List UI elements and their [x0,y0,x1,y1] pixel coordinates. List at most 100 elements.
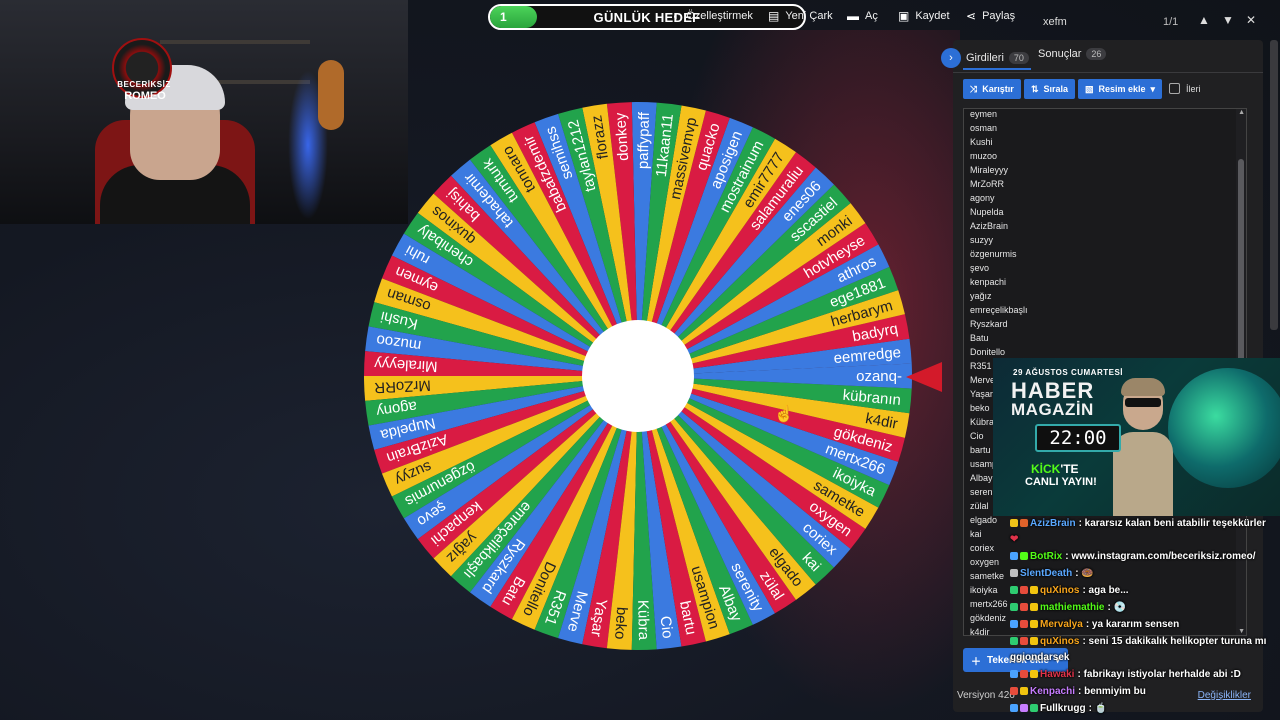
find-bar: xefm 1/1 ▲ ▼ ✕ [1030,8,1270,34]
chat-username[interactable]: mathiemathie [1040,602,1104,613]
page-scrollbar[interactable] [1270,40,1278,330]
chat-badge-icon [1020,637,1028,645]
entry-item: emreçelikbaşlı [970,305,1028,315]
share-icon: ⋖ [966,9,977,23]
spin-wheel[interactable]: eemredge badyrq herbarym ege1881 athros hotvh… [360,98,916,654]
customize-button[interactable]: ◐ Özelleştirmek [673,9,753,23]
globe-graphic [1168,368,1280,488]
tab-results-label: Sonuçlar [1038,48,1082,60]
chat-message: mathiemathie: 💿 [1010,602,1126,613]
entry-item: kenpachi [970,277,1007,287]
entry-item: özgenurmis [970,249,1017,259]
entry-item: muzoo [970,151,998,161]
chat-message: AzizBrain: kararsız kalan beni atabilir … [1010,518,1266,529]
add-image-button[interactable]: ▧ Resim ekle ▾ [1078,79,1163,99]
chat-text: : 🍵 [1088,703,1108,714]
tab-entries-label: Girdileri [966,52,1004,64]
chat-message: quXinos: aga be... [1010,585,1129,596]
chat-username[interactable]: quXinos [1040,636,1079,647]
chat-username[interactable]: Fullkrugg [1040,703,1086,714]
save-icon: ▣ [898,9,910,23]
webcam-overlay: BECERİKSİZ ROMEO [0,0,408,224]
chat-badge-icon [1010,687,1018,695]
save-button[interactable]: ▣ Kaydet [898,9,950,23]
share-button[interactable]: ⋖ Paylaş [966,9,1015,23]
chat-username[interactable]: Mervalya [1040,619,1083,630]
chat-overlay: AzizBrain: kararsız kalan beni atabilir … [1010,518,1280,720]
wheel-pointer-icon [906,362,942,392]
chat-badge-icon [1030,704,1038,712]
folder-icon: ▬ [847,9,859,23]
sunglasses-icon [1125,398,1161,407]
sort-icon: ⇅ [1031,83,1039,94]
customize-label: Özelleştirmek [686,10,753,22]
scroll-up-icon[interactable]: ▲ [1238,109,1245,116]
chat-badge-icon [1010,519,1018,527]
ad-time: 22:00 [1035,424,1121,452]
entry-item: Ryszkard [970,319,1008,329]
tab-entries[interactable]: › Girdileri 70 [941,48,1029,68]
advanced-checkbox[interactable]: İleri [1169,83,1201,94]
chat-badge-icon [1030,670,1038,678]
new-wheel-label: Yeni Çark [785,10,833,22]
checkbox-box[interactable] [1169,83,1180,94]
channel-logo-text: ROMEO [124,90,166,102]
open-button[interactable]: ▬ Aç [847,9,878,23]
chat-message: BotRix: www.instagram.com/beceriksiz.rom… [1010,551,1255,562]
chat-text: : www.instagram.com/beceriksiz.romeo/ [1065,551,1256,562]
chat-text: : fabrikayı istiyolar herhalde abi :D [1077,669,1241,680]
find-next-button[interactable]: ▼ [1222,13,1234,27]
chat-badge-icon [1030,586,1038,594]
tab-entries-count: 70 [1008,52,1029,64]
presenter-hair [1121,378,1165,396]
chat-text: : 💿 [1107,602,1127,613]
tab-results[interactable]: Sonuçlar 26 [1038,48,1107,60]
kick-suffix: 'TE [1060,462,1079,476]
find-input[interactable]: xefm [1043,16,1067,28]
sort-label: Sırala [1043,84,1069,94]
chat-username[interactable]: quXinos [1040,585,1079,596]
chat-badge-icon [1030,637,1038,645]
shuffle-icon: ⤨ [970,83,978,94]
chat-username[interactable]: BotRix [1030,551,1062,562]
shuffle-button[interactable]: ⤨ Karıştır [963,79,1021,99]
wheel-center-hub[interactable] [582,320,694,432]
chat-text: : ya kararım sensen [1085,619,1180,630]
chat-message: quXinos: seni 15 dakikalık helikopter tu… [1010,636,1266,647]
chat-badge-icon [1030,620,1038,628]
mouse-cursor-icon: ☝ [774,406,794,423]
wheel-segment-label: ozanq- [856,368,902,385]
chat-username[interactable]: SlentDeath [1020,568,1072,579]
chat-badge-icon [1020,687,1028,695]
daily-goal-progress: 1 GÜNLÜK HEDEF [488,4,806,30]
advanced-label: İleri [1186,83,1201,94]
shuffle-label: Karıştır [982,84,1014,94]
chat-badge-icon [1020,552,1028,560]
find-close-button[interactable]: ✕ [1246,13,1256,27]
chat-badge-icon [1010,637,1018,645]
chat-username[interactable]: ggiondarsek [1010,652,1069,663]
entry-item: şevo [970,263,990,273]
ad-date: 29 AĞUSTOS CUMARTESİ [1013,368,1124,377]
chat-badge-icon [1020,603,1028,611]
wheel-segment-label: Miraleyyy [373,355,438,375]
chat-message: Mervalya: ya kararım sensen [1010,619,1179,630]
chat-username[interactable]: AzizBrain [1030,518,1076,529]
chat-badge-icon [1020,519,1028,527]
ad-live-text: CANLI YAYIN! [1025,476,1097,488]
tab-results-count: 26 [1086,48,1107,60]
chat-badge-icon [1020,620,1028,628]
sort-button[interactable]: ⇅ Sırala [1024,79,1076,99]
new-wheel-button[interactable]: ▤ Yeni Çark [768,9,833,23]
wheel-segment-label: Kübra [634,600,652,641]
wheel-graphic[interactable]: eemredgebadyrqherbarymege1881athroshotvh… [360,98,916,654]
chat-badge-icon [1010,620,1018,628]
entry-item: Nupelda [970,207,1004,217]
add-image-label: Resim ekle [1098,84,1146,94]
kick-brand: KİCK [1031,462,1061,476]
chat-badge-icon [1030,603,1038,611]
chat-username[interactable]: Hawaki [1040,669,1074,680]
find-prev-button[interactable]: ▲ [1198,13,1210,27]
chat-message: ❤ [1010,534,1018,545]
chat-username[interactable]: Kenpachi [1030,686,1075,697]
